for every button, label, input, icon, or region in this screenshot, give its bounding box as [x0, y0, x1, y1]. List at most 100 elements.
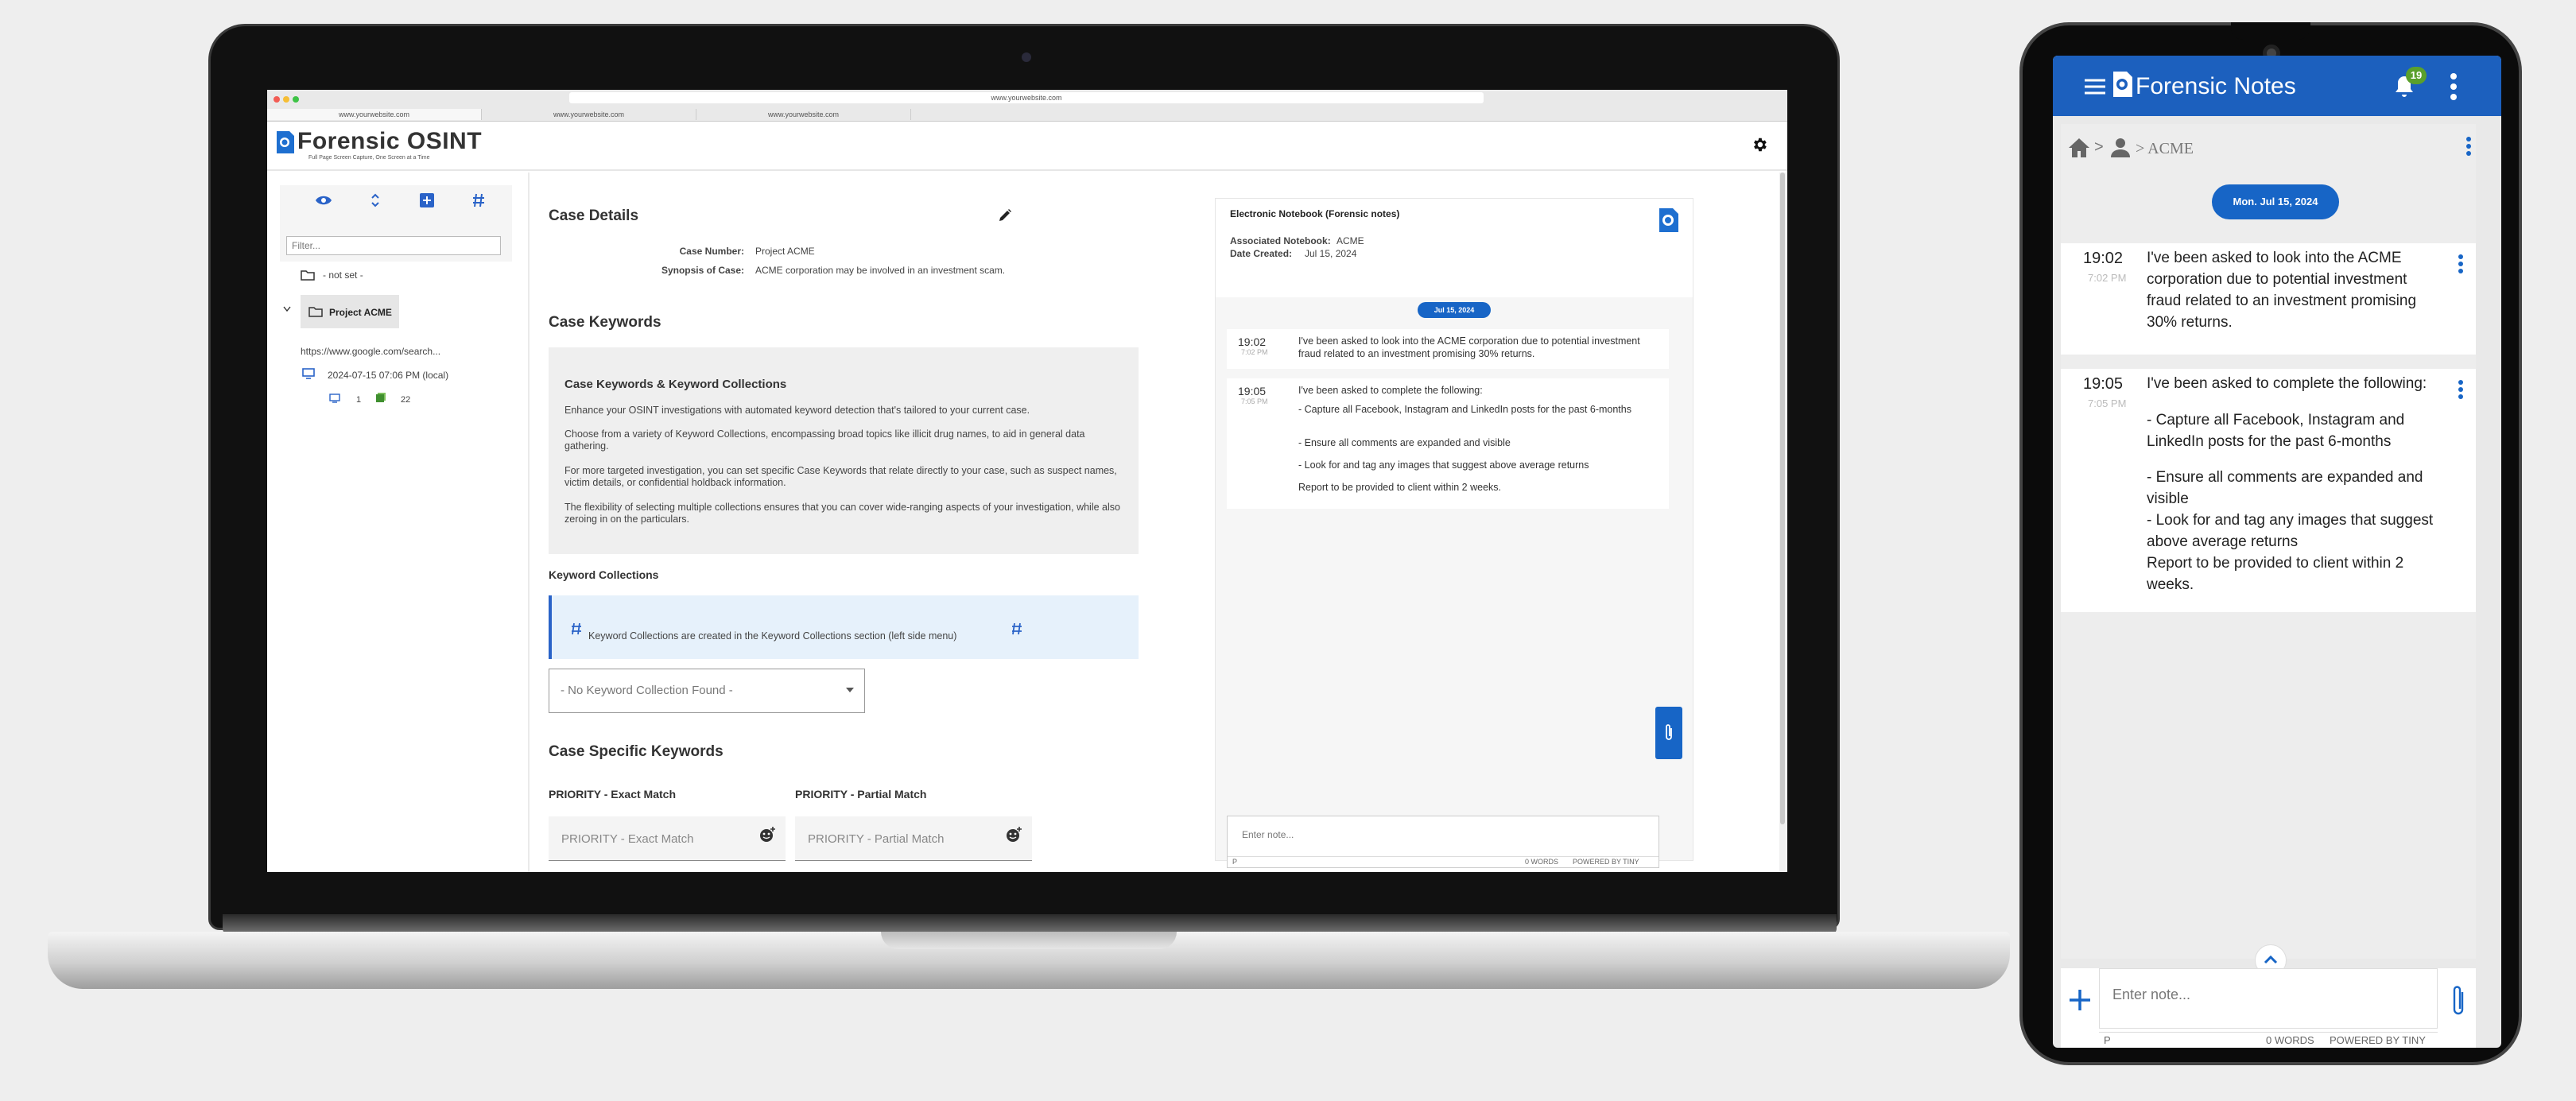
more-options-icon[interactable] — [2466, 137, 2471, 158]
hashtag-icon — [1012, 622, 1022, 635]
browser-tab[interactable]: www.yourwebsite.com — [696, 109, 911, 120]
paperclip-icon[interactable] — [2450, 984, 2468, 1019]
app-brand[interactable]: Forensic OSINT — [297, 128, 482, 155]
keywords-info-p1: Enhance your OSINT investigations with a… — [564, 405, 1030, 416]
laptop-screen: www.yourwebsite.com www.yourwebsite.com … — [267, 90, 1787, 872]
chevron-up-icon — [2264, 955, 2278, 964]
page-scrollbar[interactable] — [1779, 173, 1786, 872]
media-count: 22 — [401, 395, 411, 405]
add-icon[interactable] — [2067, 987, 2093, 1013]
note-input-placeholder[interactable]: Enter note... — [1242, 829, 1294, 840]
keywords-info-p2: Choose from a variety of Keyword Collect… — [564, 428, 1085, 452]
phone-note-editor[interactable]: Enter note... P 0 WORDS POWERED BY TINY — [2061, 968, 2476, 1048]
word-count: 0 WORDS — [1525, 858, 1559, 866]
notebook-note[interactable]: 19:02 7:02 PM I've been asked to look in… — [1227, 329, 1669, 369]
laptop-notch — [881, 932, 1177, 949]
notebook-note-editor[interactable]: Enter note... P 0 WORDS POWERED BY TINY — [1227, 816, 1659, 868]
capture-count: 1 — [356, 395, 362, 405]
note-time: 19:05 — [2083, 375, 2124, 393]
emoji-add-icon[interactable] — [1005, 826, 1022, 843]
editor-statusbar: P 0 WORDS POWERED BY TINY — [1228, 856, 1658, 867]
note-time: 19:02 — [1238, 335, 1267, 348]
word-count: 0 WORDS — [2266, 1034, 2314, 1046]
minimize-window-button[interactable] — [283, 96, 289, 103]
notification-badge: 19 — [2406, 67, 2427, 84]
hamburger-menu-icon[interactable] — [2083, 78, 2107, 95]
note-time: 19:02 — [2083, 250, 2124, 267]
note-text: I've been asked to look into the ACME co… — [1298, 335, 1640, 359]
associated-notebook-value: ACME — [1336, 235, 1364, 246]
app-header: Forensic OSINT Full Page Screen Capture,… — [267, 122, 1787, 171]
breadcrumb-current[interactable]: > ACME — [2136, 140, 2194, 158]
more-options-icon[interactable] — [2458, 254, 2463, 276]
date-divider-pill: Jul 15, 2024 — [1418, 302, 1491, 318]
expand-collapse-icon[interactable] — [370, 193, 380, 207]
note-text: I've been asked to complete the followin… — [2147, 375, 2427, 392]
more-options-icon[interactable] — [2450, 73, 2457, 103]
phone-note[interactable]: 19:05 7:05 PM I've been asked to complet… — [2061, 369, 2476, 612]
home-icon[interactable] — [2067, 137, 2091, 159]
note-text: - Ensure all comments are expanded and v… — [2147, 469, 2423, 507]
keywords-info-p3: For more targeted investigation, you can… — [564, 465, 1117, 488]
eye-icon[interactable] — [315, 195, 332, 206]
browser-tab[interactable]: www.yourwebsite.com — [482, 109, 696, 120]
tree-item-url[interactable]: https://www.google.com/search... — [301, 346, 440, 357]
note-text: - Look for and tag any images that sugge… — [2147, 512, 2434, 550]
phone-note[interactable]: 19:02 7:02 PM I've been asked to look in… — [2061, 243, 2476, 355]
user-icon[interactable] — [2110, 137, 2131, 159]
editor-path: P — [2104, 1034, 2111, 1046]
forensic-notes-logo-icon — [1659, 208, 1678, 232]
add-box-icon[interactable] — [420, 193, 434, 207]
notebook-title: Electronic Notebook (Forensic notes) — [1230, 208, 1400, 219]
hashtag-icon[interactable] — [472, 193, 485, 207]
more-options-icon[interactable] — [2458, 380, 2463, 401]
screen-capture-icon — [329, 393, 340, 403]
filter-input[interactable]: Filter... — [286, 236, 501, 255]
note-text: - Capture all Facebook, Instagram and Li… — [1298, 404, 1631, 415]
case-number-value: Project ACME — [755, 246, 815, 257]
folder-icon — [308, 307, 323, 317]
keyword-collection-select[interactable]: - No Keyword Collection Found - — [549, 669, 865, 713]
case-number-label: Case Number: — [679, 246, 744, 257]
synopsis-label: Synopsis of Case: — [661, 265, 744, 276]
dropdown-arrow-icon[interactable] — [846, 688, 854, 692]
editor-path: P — [1232, 858, 1238, 866]
attach-button[interactable] — [1655, 707, 1682, 759]
keyword-collections-info: Keyword Collections are created in the K… — [549, 595, 1139, 659]
phone-note-input[interactable]: Enter note... — [2099, 968, 2438, 1029]
app-tagline: Full Page Screen Capture, One Screen at … — [308, 155, 430, 161]
note-text: I've been asked to complete the followin… — [1298, 385, 1483, 396]
chevron-down-icon[interactable] — [283, 306, 291, 312]
note-input-placeholder[interactable]: Enter note... — [2112, 987, 2190, 1003]
maximize-window-button[interactable] — [293, 96, 299, 103]
phone-notch — [2231, 22, 2310, 40]
tree-item-project-label[interactable]: Project ACME — [329, 307, 392, 318]
note-text: - Capture all Facebook, Instagram and Li… — [2147, 412, 2405, 450]
settings-gear-icon[interactable] — [1751, 136, 1768, 153]
close-window-button[interactable] — [274, 96, 280, 103]
logo-icon — [277, 131, 294, 153]
address-bar[interactable]: www.yourwebsite.com — [569, 92, 1484, 103]
browser-chrome: www.yourwebsite.com www.yourwebsite.com … — [267, 90, 1787, 122]
note-text: Report to be provided to client within 2… — [1298, 482, 1501, 493]
notebook-note[interactable]: 19:05 7:05 PM I've been asked to complet… — [1227, 378, 1669, 509]
exact-match-input[interactable]: PRIORITY - Exact Match — [549, 816, 786, 861]
monitor-icon — [302, 368, 315, 379]
keywords-info-panel: Case Keywords & Keyword Collections Enha… — [549, 347, 1139, 554]
note-time-12h: 7:02 PM — [2088, 272, 2127, 284]
edit-pencil-icon[interactable] — [997, 207, 1013, 223]
case-specific-keywords-title: Case Specific Keywords — [549, 743, 724, 760]
folder-icon — [301, 270, 315, 281]
tree-item-not-set[interactable]: - not set - — [323, 269, 363, 281]
emoji-add-icon[interactable] — [758, 826, 776, 843]
partial-match-input[interactable]: PRIORITY - Partial Match — [795, 816, 1032, 861]
scrollbar-thumb[interactable] — [1780, 173, 1785, 824]
phone-app-bar: Forensic Notes 19 — [2053, 56, 2501, 116]
hashtag-icon — [572, 622, 581, 635]
powered-by: POWERED BY TINY — [2330, 1034, 2426, 1046]
browser-tab[interactable]: www.yourwebsite.com — [267, 109, 482, 120]
partial-match-label: PRIORITY - Partial Match — [795, 788, 927, 801]
case-details-title: Case Details — [549, 207, 639, 224]
tree-item-capture[interactable]: 2024-07-15 07:06 PM (local) — [328, 370, 448, 381]
laptop-camera — [1022, 52, 1031, 62]
